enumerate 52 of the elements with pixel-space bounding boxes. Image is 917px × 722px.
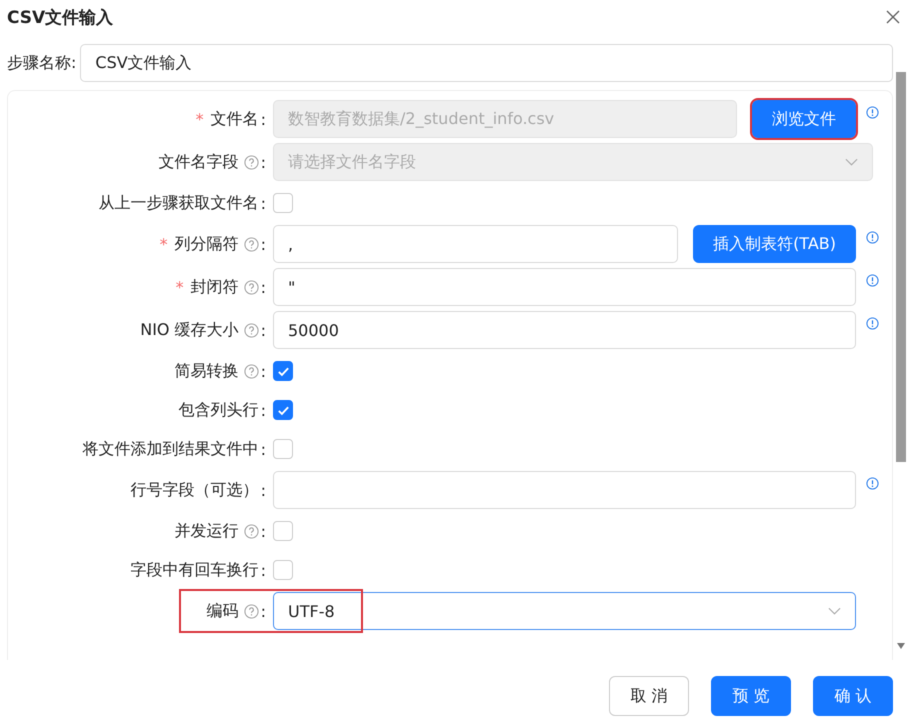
field-label: 文件名 (210, 108, 259, 130)
scrollbar-thumb[interactable] (896, 72, 906, 462)
colon: : (260, 234, 266, 254)
field-label: 从上一步骤获取文件名 (98, 192, 259, 214)
checkbox[interactable] (273, 361, 293, 381)
colon: : (260, 152, 266, 172)
field-label: 文件名字段 (158, 152, 239, 172)
colon: : (260, 440, 266, 458)
field-label: 编码 (206, 600, 239, 622)
checkbox[interactable] (273, 193, 293, 213)
dialog-button[interactable]: 取 消 (609, 676, 689, 716)
field-label: 字段中有回车换行 (130, 560, 259, 580)
text-field[interactable]: 50000 (273, 311, 856, 349)
colon: : (260, 320, 266, 340)
colon: : (260, 400, 266, 420)
chevron-down-icon (845, 158, 858, 166)
dialog-title: CSV文件输入 (7, 6, 114, 28)
colon: : (260, 362, 266, 380)
checkbox[interactable] (273, 400, 293, 420)
checkbox[interactable] (273, 521, 293, 541)
field-label: 包含列头行 (178, 400, 259, 420)
select-field[interactable]: UTF-8 (273, 592, 856, 630)
close-icon[interactable] (885, 9, 901, 25)
dialog-button[interactable]: 预 览 (711, 676, 791, 716)
colon: : (260, 194, 266, 212)
required-asterisk: * (176, 278, 184, 296)
step-name-field[interactable]: CSV文件输入 (80, 44, 893, 82)
chevron-down-icon (828, 607, 841, 615)
colon: : (260, 278, 266, 296)
field-label: 列分隔符 (174, 234, 239, 254)
text-field[interactable]: " (273, 268, 856, 306)
colon: : (260, 560, 266, 580)
colon: : (260, 480, 266, 500)
field-label: 封闭符 (190, 276, 239, 298)
field-label: 步骤名称: (7, 52, 76, 74)
text-field[interactable]: , (273, 225, 678, 263)
dialog-button[interactable]: 确 认 (813, 676, 893, 716)
field-label: 行号字段（可选） (130, 480, 259, 500)
required-asterisk: * (196, 110, 204, 128)
action-button[interactable]: 插入制表符(TAB) (693, 225, 856, 263)
field-label: 将文件添加到结果文件中 (82, 438, 259, 460)
colon: : (260, 110, 266, 128)
checkbox[interactable] (273, 560, 293, 580)
checkbox[interactable] (273, 439, 293, 459)
colon: : (260, 602, 266, 620)
field-label: 并发运行 (174, 520, 239, 542)
field-label: 简易转换 (174, 360, 239, 382)
field-label: NIO 缓存大小 (140, 320, 239, 340)
required-asterisk: * (160, 234, 168, 254)
scroll-down-icon[interactable] (896, 642, 906, 650)
colon: : (260, 522, 266, 540)
text-field[interactable] (273, 471, 856, 509)
